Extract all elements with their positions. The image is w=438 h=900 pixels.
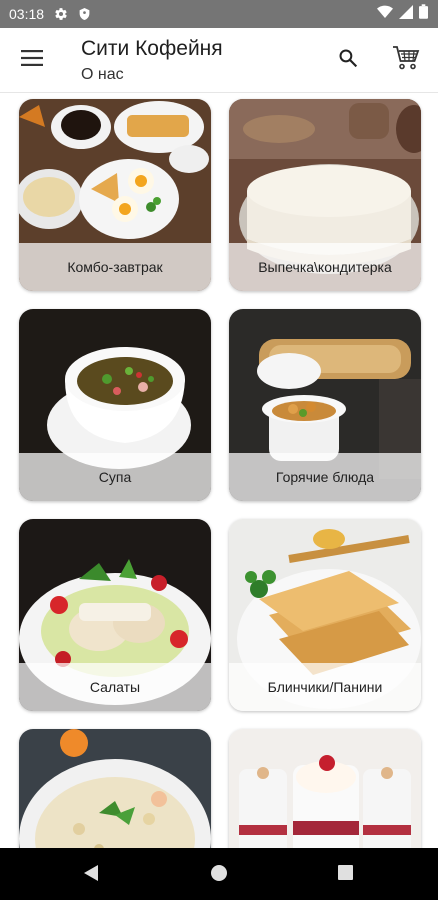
category-card-porridge[interactable] bbox=[19, 729, 211, 848]
home-circle-icon[interactable] bbox=[211, 865, 227, 881]
shield-icon bbox=[78, 7, 91, 21]
cart-button[interactable] bbox=[390, 44, 422, 76]
status-time: 03:18 bbox=[9, 6, 45, 22]
category-card-soup[interactable]: Супа bbox=[19, 309, 211, 501]
shopping-cart-icon bbox=[392, 45, 420, 76]
category-label: Салаты bbox=[19, 663, 211, 711]
battery-icon bbox=[419, 4, 428, 24]
category-label: Горячие блюда bbox=[229, 453, 421, 501]
category-label: Комбо-завтрак bbox=[19, 243, 211, 291]
porridge-bowl-photo bbox=[19, 729, 211, 848]
search-icon bbox=[338, 48, 358, 73]
app-bar-titles: Сити Кофейня О нас bbox=[81, 36, 223, 85]
dessert-glasses-photo bbox=[229, 729, 421, 848]
category-card-crepes-panini[interactable]: Блинчики/Панини bbox=[229, 519, 421, 711]
recents-square-icon[interactable] bbox=[338, 865, 353, 880]
app-bar: Сити Кофейня О нас bbox=[0, 28, 438, 93]
category-card-pastry[interactable]: Выпечка\кондитерка bbox=[229, 99, 421, 291]
search-button[interactable] bbox=[334, 46, 362, 74]
system-navigation-bar bbox=[0, 848, 438, 900]
status-bar: 03:18 bbox=[0, 0, 438, 28]
wifi-icon bbox=[377, 5, 393, 24]
category-label: Блинчики/Панини bbox=[229, 663, 421, 711]
category-label: Супа bbox=[19, 453, 211, 501]
menu-button[interactable] bbox=[18, 46, 46, 74]
signal-icon bbox=[399, 4, 413, 24]
category-card-combo-breakfast[interactable]: Комбо-завтрак bbox=[19, 99, 211, 291]
category-card-salads[interactable]: Салаты bbox=[19, 519, 211, 711]
app-title: Сити Кофейня bbox=[81, 37, 223, 60]
category-grid: Комбо-завтрак Выпечка\кондитерка Супа Го… bbox=[0, 93, 438, 848]
app-subtitle: О нас bbox=[81, 66, 124, 83]
hamburger-menu-icon bbox=[21, 49, 43, 71]
category-label: Выпечка\кондитерка bbox=[229, 243, 421, 291]
settings-gear-icon bbox=[54, 7, 68, 21]
category-card-hot-dishes[interactable]: Горячие блюда bbox=[229, 309, 421, 501]
category-card-desserts[interactable] bbox=[229, 729, 421, 848]
back-triangle-icon[interactable] bbox=[83, 864, 99, 887]
